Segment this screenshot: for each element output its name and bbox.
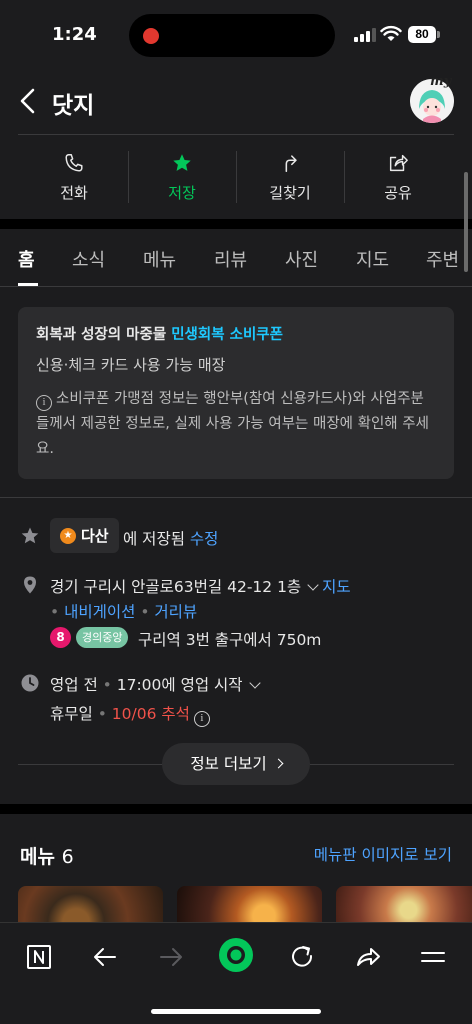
info-icon: i	[36, 395, 52, 411]
notice-subtitle: 신용·체크 카드 사용 가능 매장	[36, 356, 226, 374]
wifi-icon	[380, 25, 402, 41]
directions-icon	[285, 154, 297, 172]
saved-status: 에 저장됨 수정	[123, 530, 219, 548]
back-arrow-icon[interactable]	[87, 939, 123, 975]
menu-image-link[interactable]: 메뉴판 이미지로 보기	[314, 843, 452, 865]
expand-address-icon[interactable]	[307, 579, 319, 591]
clock-icon	[21, 674, 39, 692]
menu-photo[interactable]	[336, 886, 472, 922]
chevron-right-icon	[273, 758, 284, 769]
tab-menu[interactable]: 메뉴	[143, 246, 176, 272]
star-outline-icon	[21, 527, 39, 544]
notice-title: 회복과 성장의 마중물 민생회복 소비쿠폰	[36, 327, 283, 343]
phone-icon	[65, 153, 83, 172]
save-button[interactable]: 저장	[128, 135, 236, 219]
subway-line-8-badge: 8	[50, 627, 71, 648]
tab-active-indicator	[18, 283, 38, 286]
saved-star-badge-icon: ★	[60, 527, 76, 544]
place-details: ★ 다산 에 저장됨 수정 경기 구리시 안골로63번길 42-12 1층 지도 …	[0, 498, 472, 804]
holiday-value: 10/06 추석	[111, 705, 190, 723]
holiday-row: 휴무일 • 10/06 추석 i	[50, 702, 210, 727]
save-label: 저장	[168, 183, 196, 202]
signal-icon	[354, 28, 376, 42]
share-icon	[389, 154, 408, 171]
header: 닷지 my	[0, 72, 472, 138]
directions-label: 길찾기	[269, 183, 311, 202]
dynamic-island	[129, 14, 335, 57]
notice-body: i 소비쿠폰 가맹점 정보는 행안부(참여 신용카드사)와 사업주분들께서 제공한…	[36, 391, 429, 457]
battery-icon: 80	[408, 26, 436, 43]
scrollbar[interactable]	[464, 172, 468, 272]
refresh-icon[interactable]	[284, 939, 320, 975]
subway-line-badge: 경의중앙	[76, 627, 129, 648]
browser-toolbar	[0, 922, 472, 1024]
holiday-info-icon[interactable]: i	[193, 711, 210, 727]
address-text: 경기 구리시 안골로63번길 42-12 1층	[50, 578, 302, 596]
hours-status: 영업 전	[50, 676, 98, 694]
edit-saved-link[interactable]: 수정	[190, 530, 219, 548]
street-view-link[interactable]: 거리뷰	[154, 603, 197, 621]
hours-row[interactable]: 영업 전 • 17:00에 영업 시작	[50, 673, 261, 695]
tab-bar: 홈 소식 메뉴 리뷰 사진 지도 주변	[0, 229, 472, 287]
expand-hours-icon	[248, 677, 261, 689]
page-title: 닷지	[52, 93, 95, 119]
tab-nearby[interactable]: 주변	[426, 246, 459, 272]
menu-photo[interactable]	[18, 886, 163, 922]
action-bar: 전화 저장 길찾기 공유	[0, 135, 472, 219]
share-label: 공유	[384, 183, 412, 202]
address-row: 경기 구리시 안골로63번길 42-12 1층 지도	[50, 575, 351, 597]
coupon-notice-section: 회복과 성장의 마중물 민생회복 소비쿠폰 신용·체크 카드 사용 가능 매장 …	[0, 287, 472, 497]
menu-count: 6	[61, 846, 74, 868]
avatar-my-tag: my	[430, 74, 452, 89]
address-links: • 내비게이션 • 거리뷰	[50, 603, 198, 621]
directions-button[interactable]: 길찾기	[236, 135, 344, 219]
naver-green-dot-icon[interactable]	[216, 935, 256, 975]
home-indicator	[151, 1009, 321, 1014]
subway-distance: 구리역 3번 출구에서 750m	[138, 631, 322, 649]
back-button[interactable]	[14, 86, 44, 116]
menu-title: 메뉴 6	[20, 846, 74, 868]
tab-home[interactable]: 홈	[18, 246, 35, 272]
coupon-notice: 회복과 성장의 마중물 민생회복 소비쿠폰 신용·체크 카드 사용 가능 매장 …	[18, 307, 454, 479]
share-arrow-icon[interactable]	[350, 939, 386, 975]
navigation-link[interactable]: 내비게이션	[64, 603, 135, 621]
menu-photo[interactable]	[177, 886, 322, 922]
hours-opens: 17:00에 영업 시작	[116, 676, 243, 694]
star-icon	[173, 153, 191, 171]
menu-lines-icon[interactable]	[415, 939, 451, 975]
map-link[interactable]: 지도	[322, 578, 351, 596]
call-button[interactable]: 전화	[20, 135, 128, 219]
status-bar: 1:24 80	[0, 0, 472, 72]
share-button[interactable]: 공유	[344, 135, 452, 219]
more-info-button[interactable]: 정보 더보기	[162, 743, 310, 785]
naver-n-icon[interactable]	[21, 939, 57, 975]
notice-highlight: 민생회복 소비쿠폰	[171, 327, 283, 343]
tab-news[interactable]: 소식	[72, 246, 105, 272]
forward-arrow-icon[interactable]	[153, 939, 189, 975]
location-pin-icon	[24, 576, 36, 594]
recording-dot-icon	[143, 28, 159, 44]
tab-photos[interactable]: 사진	[285, 246, 318, 272]
call-label: 전화	[60, 183, 88, 202]
tab-reviews[interactable]: 리뷰	[214, 246, 247, 272]
status-time: 1:24	[52, 24, 97, 45]
tab-map[interactable]: 지도	[356, 246, 389, 272]
menu-section: 메뉴 6 메뉴판 이미지로 보기	[0, 814, 472, 922]
saved-list-chip[interactable]: ★ 다산	[50, 518, 119, 553]
